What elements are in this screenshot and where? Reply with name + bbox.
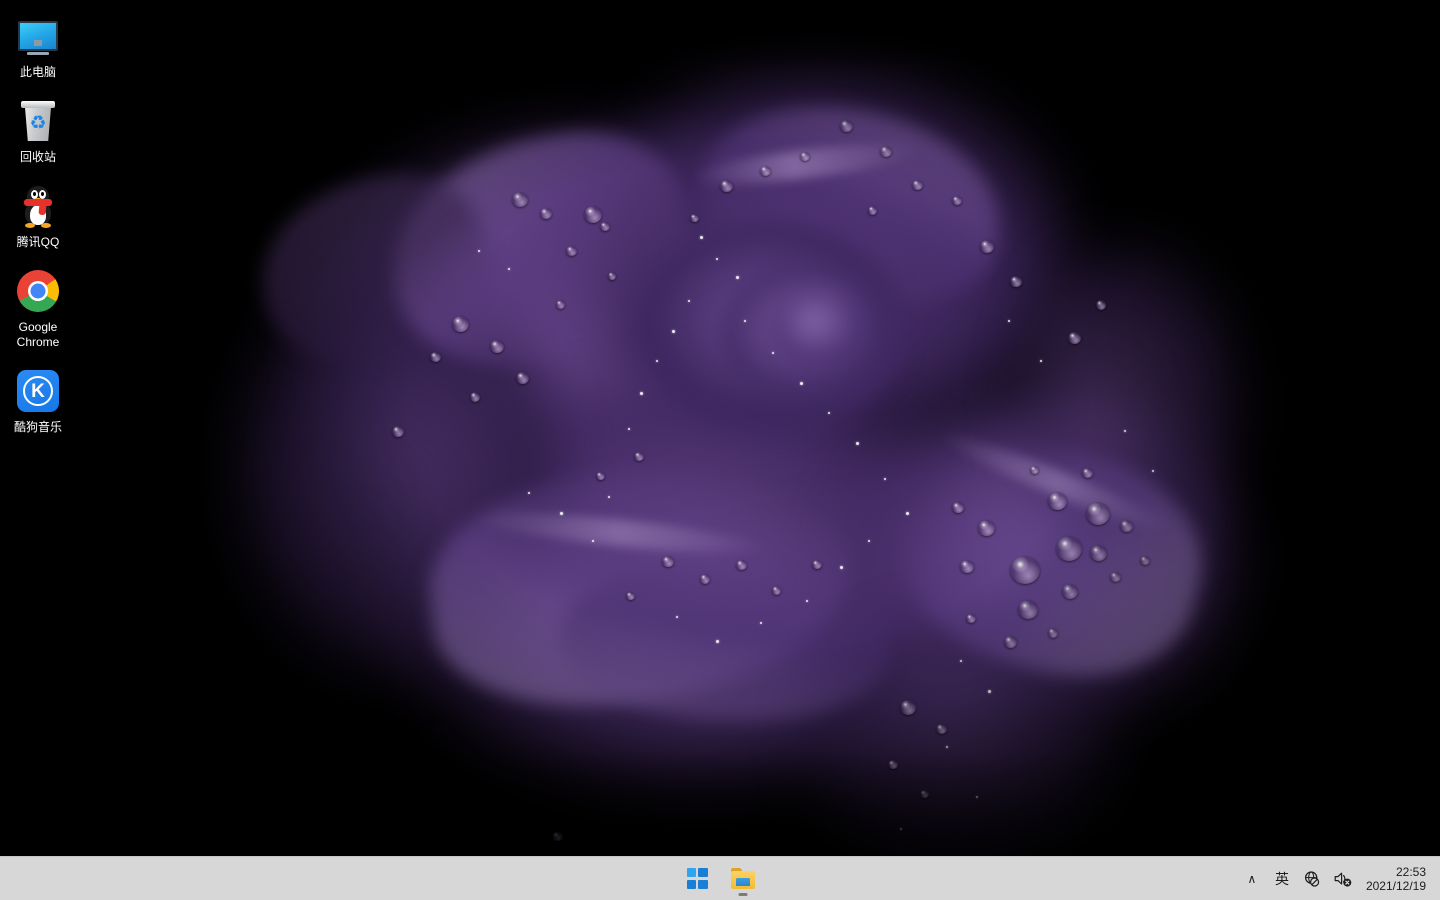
desktop-icon-recycle-bin[interactable]: ♻ 回收站 — [0, 91, 76, 165]
clock-date: 2021/12/19 — [1365, 879, 1426, 893]
ime-indicator[interactable]: 英 — [1267, 860, 1297, 898]
desktop-icon-label: 腾讯QQ — [16, 235, 60, 249]
desktop-icon-grid: 此电脑 ♻ 回收站 腾讯QQ Google Chrome K 酷狗音乐 — [0, 6, 78, 446]
taskbar[interactable]: ∧ 英 22:53 2021/12/19 — [0, 856, 1440, 900]
speaker-muted-icon — [1333, 870, 1352, 888]
start-button[interactable] — [677, 860, 717, 898]
chrome-icon — [14, 267, 62, 315]
volume-button[interactable] — [1327, 860, 1358, 898]
running-indicator — [738, 892, 748, 896]
system-tray: ∧ 英 22:53 2021/12/19 — [1237, 857, 1440, 900]
network-button[interactable] — [1297, 860, 1327, 898]
desktop-icon-label: Google Chrome — [16, 320, 60, 349]
tray-overflow-button[interactable]: ∧ — [1237, 860, 1267, 898]
desktop-icon-label: 回收站 — [19, 150, 56, 164]
file-explorer-button[interactable] — [723, 860, 763, 898]
taskbar-center-group — [677, 857, 763, 900]
desktop-icon-tencent-qq[interactable]: 腾讯QQ — [0, 176, 76, 250]
kugou-music-icon: K — [14, 367, 62, 415]
recycle-bin-icon: ♻ — [14, 97, 62, 145]
monitor-icon — [14, 12, 62, 60]
desktop-icon-kugou-music[interactable]: K 酷狗音乐 — [0, 361, 76, 435]
desktop[interactable]: 此电脑 ♻ 回收站 腾讯QQ Google Chrome K 酷狗音乐 ∧ 英 … — [0, 0, 1440, 900]
folder-icon — [731, 868, 755, 889]
desktop-icon-label: 酷狗音乐 — [13, 420, 62, 434]
desktop-wallpaper — [0, 0, 1440, 900]
desktop-icon-this-pc[interactable]: 此电脑 — [0, 6, 76, 80]
windows-logo-icon — [686, 868, 708, 889]
qq-penguin-icon — [14, 182, 62, 230]
clock-time: 22:53 — [1395, 865, 1426, 879]
desktop-icon-label: 此电脑 — [19, 65, 56, 79]
taskbar-clock[interactable]: 22:53 2021/12/19 — [1358, 860, 1432, 898]
desktop-icon-google-chrome[interactable]: Google Chrome — [0, 261, 76, 350]
globe-disconnected-icon — [1303, 870, 1321, 888]
